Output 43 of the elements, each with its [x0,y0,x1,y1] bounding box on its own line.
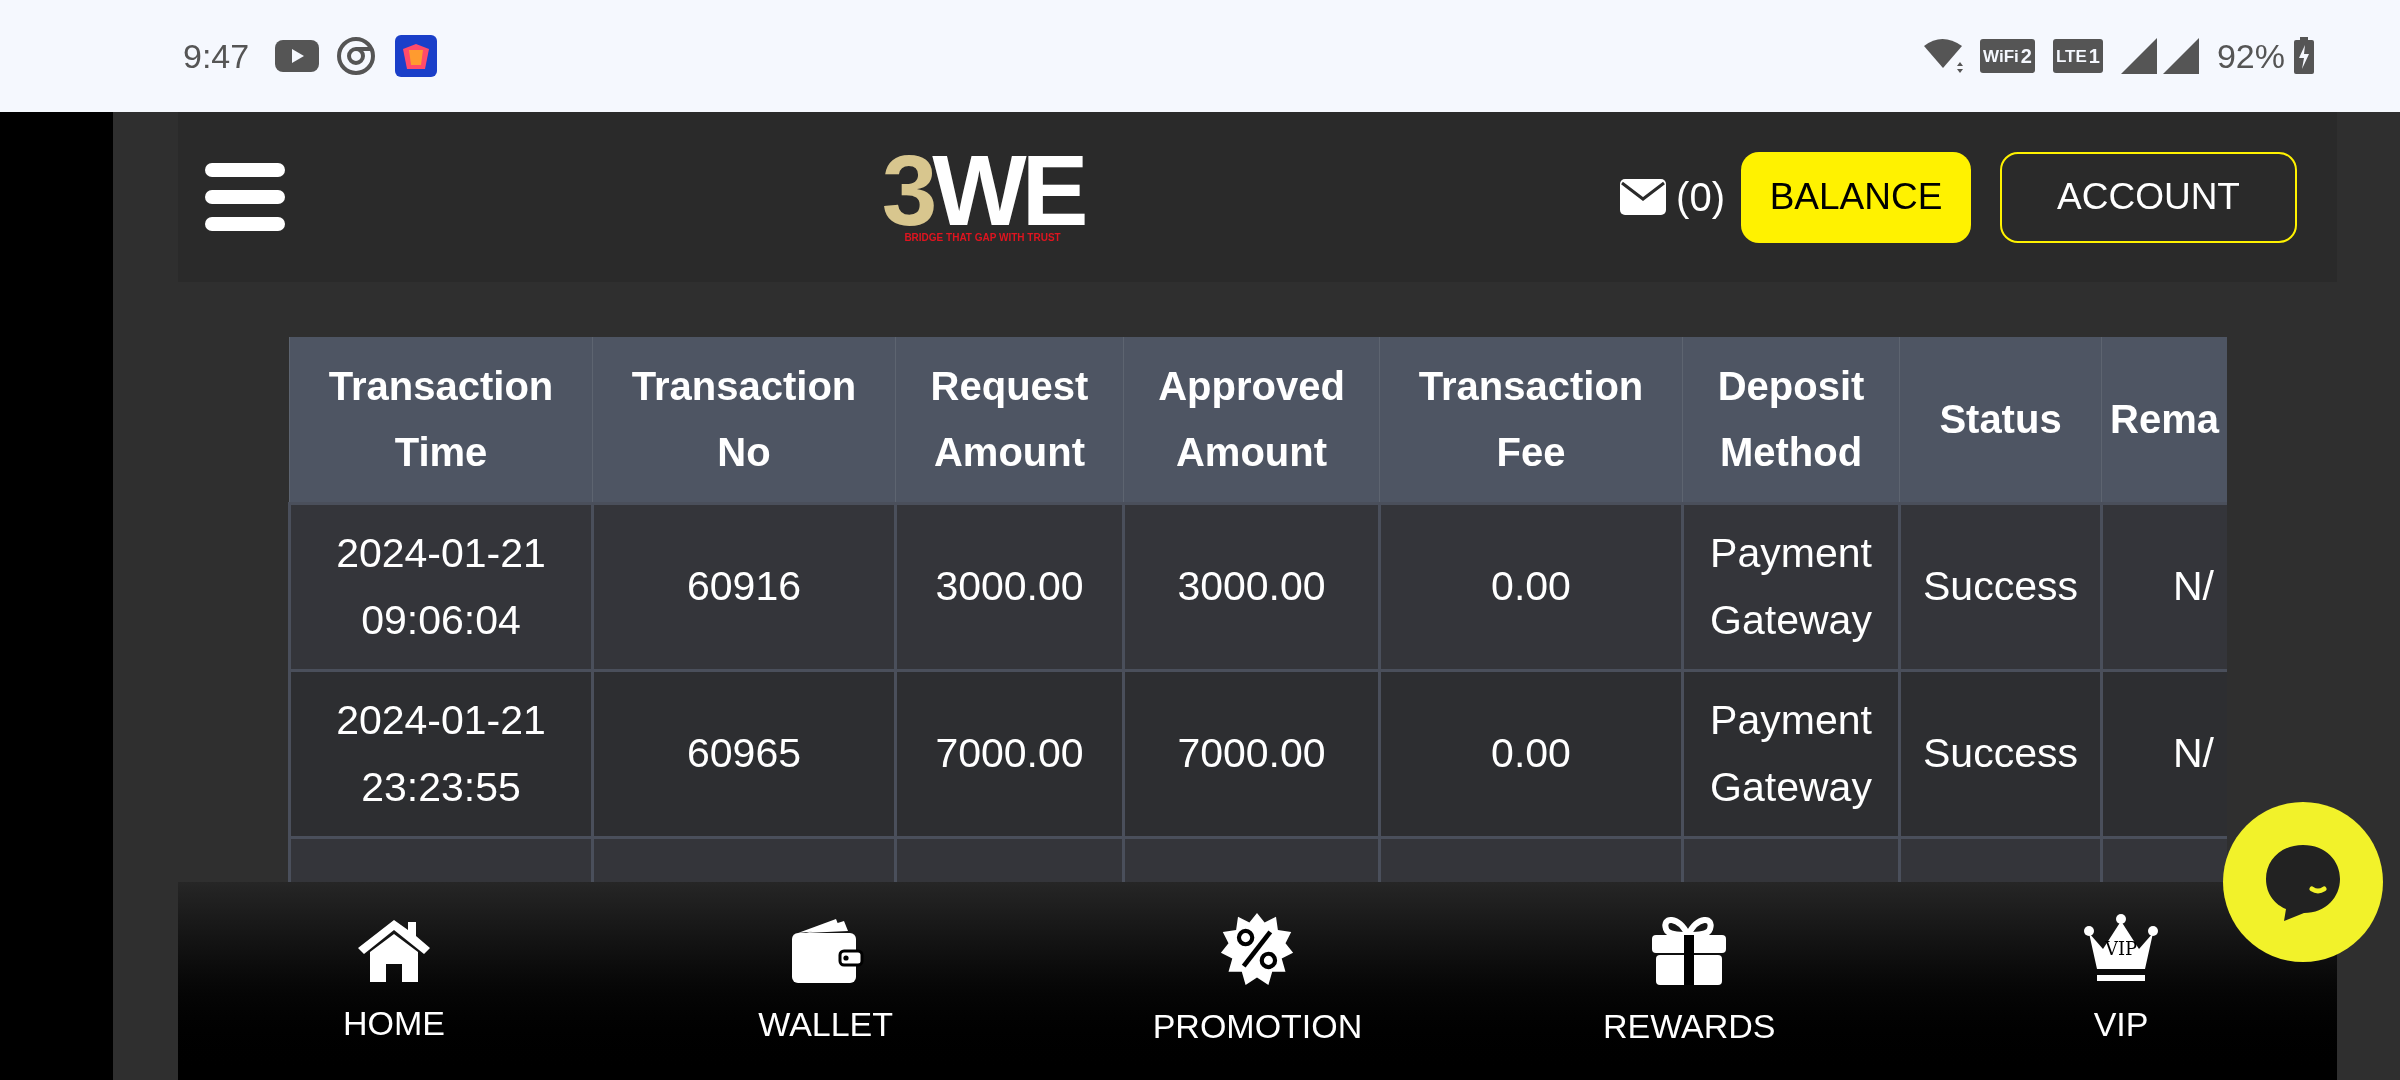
mail-count: (0) [1676,174,1725,221]
column-header: Deposit Method [1682,337,1900,503]
video-play-icon [275,40,320,72]
wifi-calling-indicator: WiFi2 [1980,39,2035,73]
table-cell: 2024-01-21 23:23:55 [336,696,546,810]
table-cell: 2024-01-21 09:06:04 [336,529,546,643]
table-cell-text: N/ [2172,562,2215,611]
signal-icon [2120,38,2157,74]
table-cell: 3000.00 [935,563,1084,609]
column-header: Request Amount [895,337,1124,503]
table-cell: 3000.00 [1177,563,1326,609]
clock-time: 9:47 [183,35,250,77]
signal-icon [2162,38,2199,74]
table-cell: 0.00 [1491,563,1571,609]
browser-icon [337,37,376,75]
nav-item[interactable]: VIP VIP [1905,912,2337,1050]
nav-item[interactable]: REWARDS [1473,910,1906,1052]
column-header: Approved Amount [1123,337,1380,503]
nav-item[interactable]: WALLET [609,912,1042,1050]
column-header: Transaction Fee [1379,337,1683,503]
column-header: Rema [2101,337,2227,503]
table-cell: 0.00 [1491,730,1571,776]
balance-button[interactable]: BALANCE [1741,151,1971,243]
volte-indicator: LTE1 [2052,39,2103,73]
table-cell: 7000.00 [935,730,1084,776]
column-header: Transaction Time [289,337,593,503]
column-header: Status [1899,337,2102,503]
shopping-app-icon [395,35,438,77]
battery-charging-icon [2293,37,2315,75]
nav-item[interactable]: PROMOTION [1041,910,1474,1052]
account-button[interactable]: ACCOUNT [2000,151,2297,243]
column-header: Transaction No [592,337,896,503]
nav-item[interactable]: HOME [178,913,610,1049]
table-cell: 7000.00 [1177,730,1326,776]
table-cell-text: N/ [2172,729,2215,778]
table-cell: Payment Gateway [1710,696,1872,810]
table-cell: 60916 [687,563,801,609]
table-cell: Success [1923,563,2078,609]
table-cell: 60965 [687,730,801,776]
battery-percentage: 92% [2216,35,2285,77]
table-cell: Payment Gateway [1710,529,1872,643]
envelope-icon[interactable] [1620,179,1667,215]
table-cell: Success [1923,730,2078,776]
